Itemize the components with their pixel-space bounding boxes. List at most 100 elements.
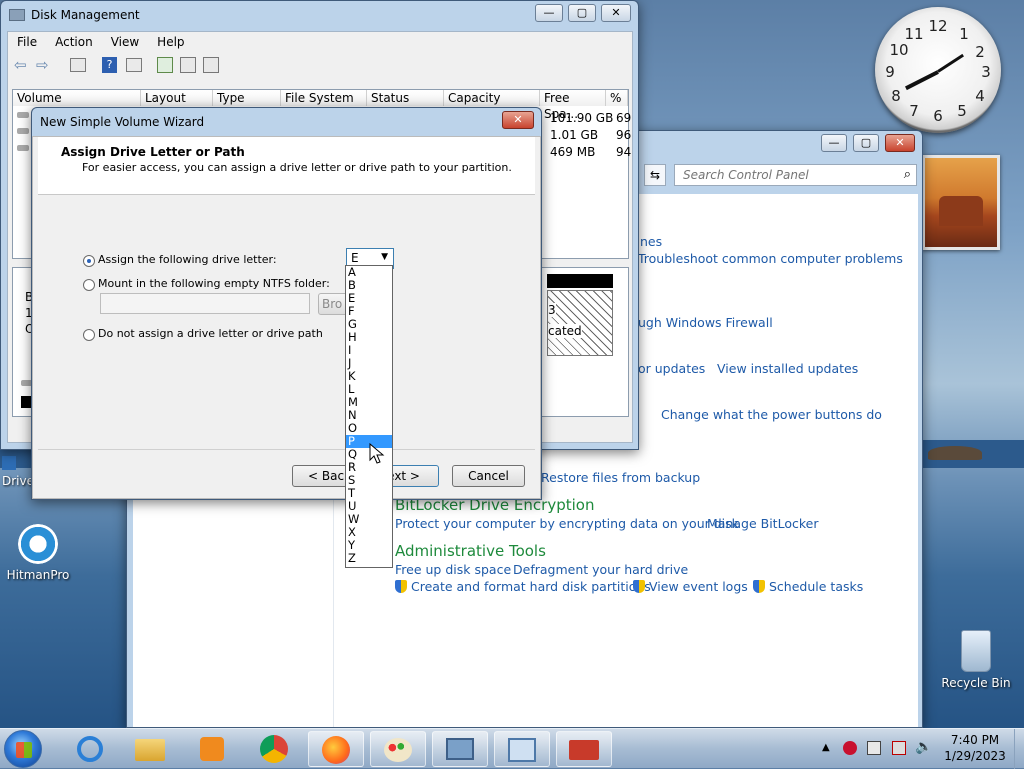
radio-assign-letter[interactable] (83, 255, 95, 267)
clock-num-5: 5 (957, 102, 967, 120)
tray-time[interactable]: 7:40 PM (940, 733, 1010, 747)
wizard-heading: Assign Drive Letter or Path (61, 145, 245, 159)
unallocated-header (547, 274, 613, 288)
menu-file[interactable]: File (8, 32, 46, 52)
dropdown-option-z[interactable]: Z (346, 552, 392, 565)
taskbar-firefox[interactable] (308, 731, 364, 767)
close-button[interactable]: ✕ (601, 4, 631, 22)
cp-link-encrypt-disk[interactable]: Protect your computer by encrypting data… (395, 516, 739, 531)
cp-link-event-logs[interactable]: View event logs (633, 579, 748, 594)
network-tray-icon[interactable] (867, 741, 881, 755)
shield-icon (395, 580, 407, 593)
cp-heading-admin-tools[interactable]: Administrative Tools (395, 542, 546, 560)
dropdown-option-i[interactable]: I (346, 344, 392, 357)
clock-gadget[interactable]: 12 1 2 3 4 5 6 7 8 9 10 11 (875, 7, 1001, 133)
drive-letter-dropdown[interactable]: ABEFGHIJKLMNOPQRSTUWXYZ (345, 265, 393, 568)
minimize-button[interactable]: — (821, 134, 847, 152)
menu-view[interactable]: View (102, 32, 148, 52)
taskbar-chrome[interactable] (246, 731, 302, 767)
cp-link-defragment[interactable]: Defragment your hard drive (513, 562, 688, 577)
show-desktop-button[interactable] (1014, 729, 1024, 769)
col-layout[interactable]: Layout (141, 90, 213, 106)
menu-action[interactable]: Action (46, 32, 102, 52)
ie-icon (77, 736, 103, 762)
refresh-icon[interactable]: ⇆ (644, 164, 666, 186)
cp-link-free-disk-space[interactable]: Free up disk space (395, 562, 511, 577)
back-icon[interactable]: ⇦ (14, 56, 27, 74)
cp-link-installed-updates[interactable]: View installed updates (717, 361, 858, 376)
dropdown-option-h[interactable]: H (346, 331, 392, 344)
wizard-close-button[interactable]: ✕ (502, 111, 534, 129)
forward-icon[interactable]: ⇨ (36, 56, 49, 74)
cp-link-schedule-tasks[interactable]: Schedule tasks (753, 579, 863, 594)
disk-management-icon (9, 9, 25, 21)
list-view-icon[interactable] (126, 58, 142, 72)
taskbar-media-player[interactable] (184, 731, 240, 767)
help-icon[interactable]: ? (102, 57, 117, 73)
taskbar-control-panel[interactable] (494, 731, 550, 767)
chevron-down-icon[interactable]: ▼ (381, 252, 388, 262)
taskbar-ie[interactable] (62, 731, 118, 767)
action-center-icon[interactable] (892, 741, 906, 755)
menu-help[interactable]: Help (148, 32, 193, 52)
search-box[interactable]: ⌕ (674, 164, 917, 186)
taskbar-paint[interactable] (370, 731, 426, 767)
clock-minute-hand (937, 53, 964, 73)
cp-link-troubleshoot[interactable]: Troubleshoot common computer problems (638, 251, 903, 266)
rescan-icon[interactable] (157, 57, 173, 73)
cp-link-partial-1[interactable]: nes (640, 234, 662, 249)
clock-num-6: 6 (933, 107, 943, 125)
taskbar-explorer[interactable] (122, 731, 178, 767)
cp-link-updates[interactable]: or updates (638, 361, 705, 376)
col-volume[interactable]: Volume (13, 90, 141, 106)
search-icon[interactable]: ⌕ (904, 167, 911, 182)
volume-icon[interactable]: 🔈 (915, 739, 932, 755)
desktop-icon-hitmanpro[interactable]: HitmanPro (0, 524, 76, 582)
col-capacity[interactable]: Capacity (444, 90, 540, 106)
show-hidden-icons[interactable]: ▲ (822, 742, 830, 753)
computer-management-icon (446, 738, 474, 760)
toolbox-icon (569, 740, 599, 760)
new-simple-volume-wizard[interactable]: New Simple Volume Wizard ✕ Assign Drive … (31, 107, 542, 500)
taskbar-disk-management[interactable] (432, 731, 488, 767)
clock-num-7: 7 (909, 102, 919, 120)
maximize-button[interactable]: ▢ (853, 134, 879, 152)
tray-date[interactable]: 1/29/2023 (940, 749, 1010, 763)
unallocated-number: 3 (548, 303, 556, 317)
media-player-icon (200, 737, 224, 761)
cp-link-manage-bitlocker[interactable]: Manage BitLocker (707, 516, 818, 531)
maximize-button[interactable]: ▢ (568, 4, 596, 22)
cp-link-label: View event logs (649, 579, 748, 594)
col-free-space[interactable]: Free Spa... (540, 90, 606, 121)
taskbar-toolbox[interactable] (556, 731, 612, 767)
cp-link-restore-files[interactable]: Restore files from backup (541, 470, 700, 485)
start-button[interactable] (4, 730, 42, 768)
col-file-system[interactable]: File System (281, 90, 367, 106)
wizard-title-bar[interactable]: New Simple Volume Wizard (32, 108, 541, 136)
properties-icon[interactable] (70, 58, 86, 72)
cp-link-power-buttons[interactable]: Change what the power buttons do (661, 407, 882, 422)
label-no-letter: Do not assign a drive letter or drive pa… (98, 327, 323, 340)
radio-no-letter[interactable] (83, 329, 95, 341)
unallocated-partition[interactable]: 3 cated (547, 290, 613, 356)
clock-num-8: 8 (891, 87, 901, 105)
slideshow-gadget[interactable] (922, 155, 1000, 250)
folder-icon (135, 739, 165, 761)
check-icon[interactable] (180, 57, 196, 73)
minimize-button[interactable]: — (535, 4, 563, 22)
close-button[interactable]: ✕ (885, 134, 915, 152)
cp-link-firewall[interactable]: ugh Windows Firewall (638, 315, 773, 330)
cp-link-create-partitions[interactable]: Create and format hard disk partitions (395, 579, 651, 594)
col-type[interactable]: Type (213, 90, 281, 106)
radio-mount-folder[interactable] (83, 279, 95, 291)
desktop-icon-recycle-bin[interactable]: Recycle Bin (938, 630, 1014, 690)
folder-path-input[interactable] (100, 293, 310, 314)
browse-button[interactable]: Bro (318, 293, 348, 315)
col-percent[interactable]: % (606, 90, 628, 106)
security-tray-icon[interactable] (843, 741, 857, 755)
free-space-1: 101.90 GB (550, 111, 614, 125)
col-status[interactable]: Status (367, 90, 444, 106)
settings-icon[interactable] (203, 57, 219, 73)
search-input[interactable] (675, 165, 885, 185)
cancel-button[interactable]: Cancel (452, 465, 525, 487)
